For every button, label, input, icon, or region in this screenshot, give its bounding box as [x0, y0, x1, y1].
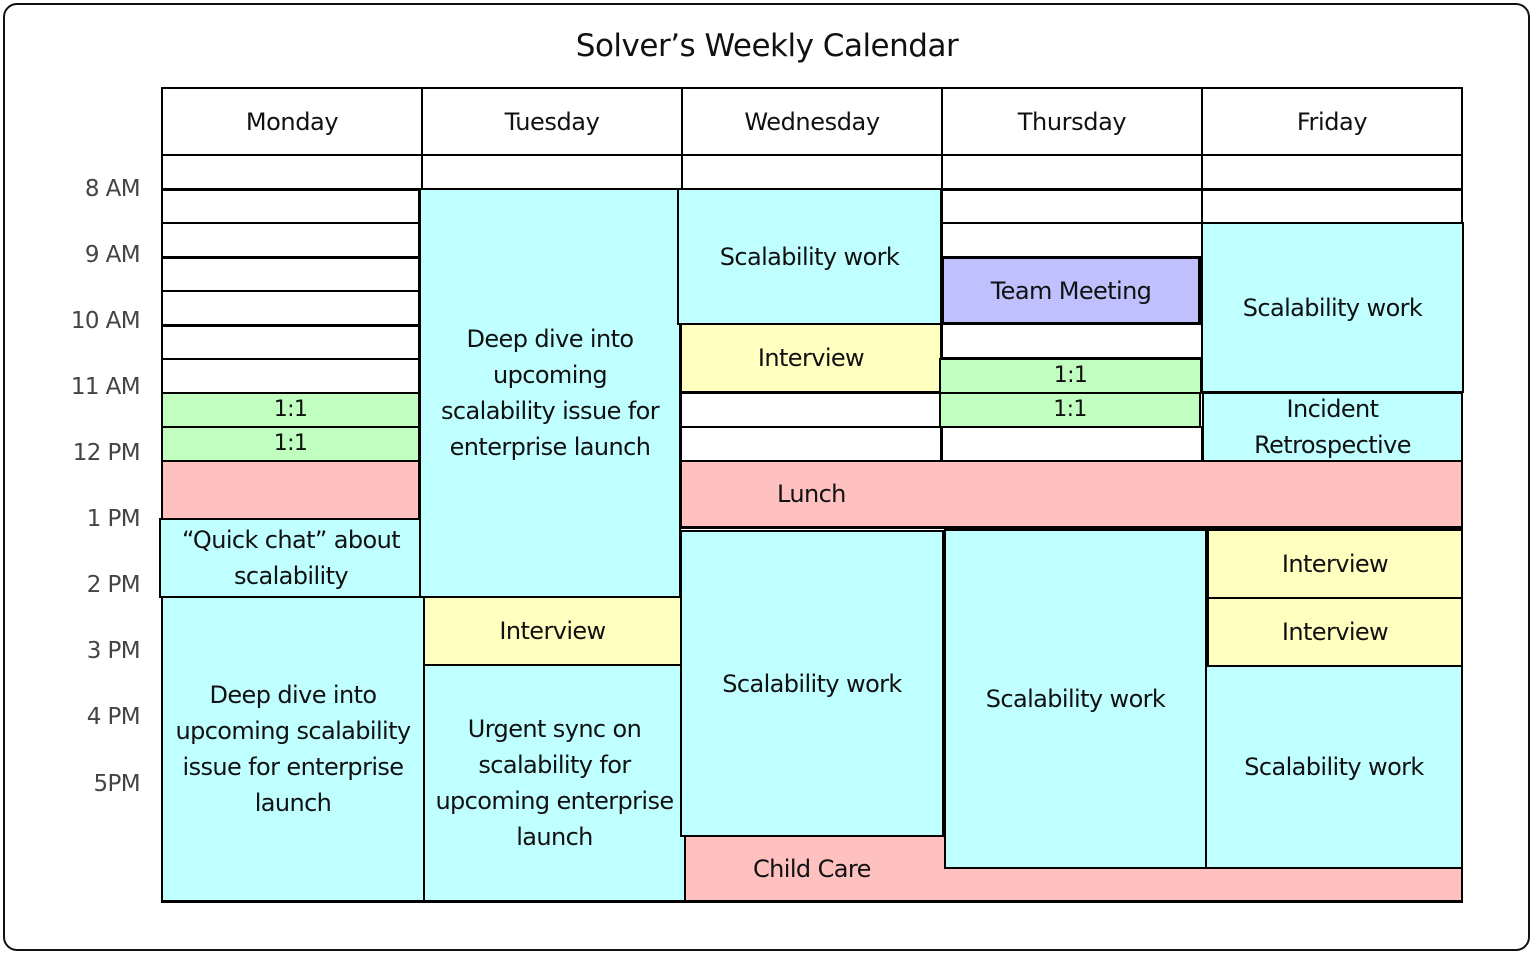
- event-deep-dive[interactable]: Deep dive into upcoming scalability issu…: [161, 596, 425, 903]
- empty-slot[interactable]: [1201, 154, 1463, 190]
- event-lunch-block[interactable]: [161, 460, 420, 520]
- empty-slot[interactable]: [941, 154, 1203, 190]
- empty-slot[interactable]: [680, 392, 942, 428]
- time-label: 4 PM: [86, 704, 141, 730]
- time-label: 12 PM: [72, 440, 141, 466]
- empty-slot[interactable]: [161, 324, 420, 360]
- event-team-meeting[interactable]: Team Meeting: [941, 256, 1201, 325]
- time-label: 3 PM: [86, 638, 141, 664]
- time-label: 2 PM: [86, 572, 141, 598]
- empty-slot[interactable]: [161, 222, 420, 258]
- event-scalability-work[interactable]: Scalability work: [677, 188, 942, 325]
- empty-slot[interactable]: [161, 188, 420, 224]
- event-scalability-work[interactable]: Scalability work: [944, 529, 1207, 869]
- event-scalability-work[interactable]: Scalability work: [1205, 665, 1463, 869]
- time-label: 5PM: [93, 771, 140, 797]
- event-scalability-work[interactable]: Scalability work: [680, 530, 944, 837]
- day-header-friday: Friday: [1201, 87, 1463, 156]
- event-interview[interactable]: Interview: [1207, 597, 1463, 667]
- event-incident-retrospective[interactable]: Incident Retrospective: [1202, 392, 1463, 462]
- event-interview[interactable]: Interview: [1207, 529, 1463, 599]
- empty-slot[interactable]: [161, 358, 420, 394]
- time-label: 1 PM: [86, 506, 141, 532]
- calendar-title: Solver’s Weekly Calendar: [575, 28, 959, 64]
- day-header-thursday: Thursday: [941, 87, 1203, 156]
- event-one-on-one[interactable]: 1:1: [939, 392, 1201, 428]
- event-one-on-one[interactable]: 1:1: [161, 392, 420, 428]
- time-label: 8 AM: [84, 176, 141, 202]
- event-lunch[interactable]: Lunch: [680, 460, 1463, 529]
- time-label: 10 AM: [70, 308, 141, 334]
- event-deep-dive[interactable]: Deep dive into upcoming scalability issu…: [419, 188, 681, 598]
- event-urgent-sync[interactable]: Urgent sync on scalability for upcoming …: [423, 664, 686, 903]
- event-scalability-work[interactable]: Scalability work: [1201, 222, 1464, 393]
- event-one-on-one[interactable]: 1:1: [161, 426, 420, 462]
- empty-slot[interactable]: [1201, 188, 1463, 224]
- empty-slot[interactable]: [161, 154, 423, 190]
- empty-slot[interactable]: [680, 426, 942, 462]
- event-quick-chat[interactable]: “Quick chat” about scalability: [159, 518, 423, 598]
- empty-slot[interactable]: [681, 154, 943, 190]
- empty-slot[interactable]: [941, 188, 1203, 224]
- event-interview[interactable]: Interview: [423, 596, 682, 666]
- empty-slot[interactable]: [941, 222, 1203, 258]
- day-header-tuesday: Tuesday: [421, 87, 683, 156]
- empty-slot[interactable]: [421, 154, 683, 190]
- time-label: 9 AM: [84, 242, 141, 268]
- day-header-wednesday: Wednesday: [681, 87, 943, 156]
- empty-slot[interactable]: [161, 290, 420, 326]
- time-label: 11 AM: [70, 374, 141, 400]
- day-header-monday: Monday: [161, 87, 423, 156]
- event-interview[interactable]: Interview: [680, 323, 942, 393]
- empty-slot[interactable]: [941, 426, 1203, 462]
- empty-slot[interactable]: [941, 323, 1203, 359]
- event-one-on-one[interactable]: 1:1: [939, 358, 1202, 394]
- empty-slot[interactable]: [161, 256, 420, 292]
